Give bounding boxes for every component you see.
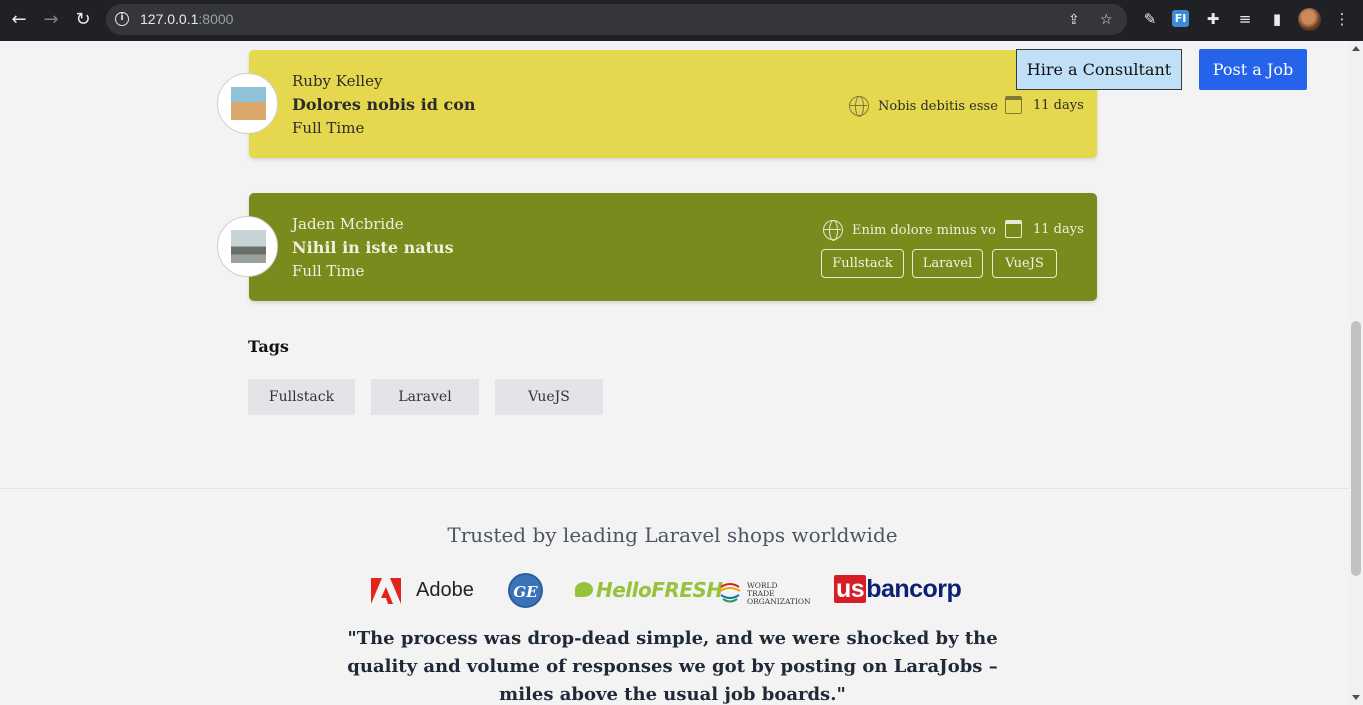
section-divider bbox=[0, 488, 1349, 489]
job-type: Full Time bbox=[292, 262, 365, 280]
job-posted: 11 days bbox=[1005, 220, 1084, 238]
hire-consultant-button[interactable]: Hire a Consultant bbox=[1016, 49, 1182, 90]
star-icon[interactable]: ☆ bbox=[1100, 12, 1113, 28]
usbancorp-logo-us: us bbox=[834, 575, 867, 603]
hellofresh-leaf-icon bbox=[575, 582, 593, 597]
adobe-logo-icon bbox=[371, 578, 401, 604]
page-scrollbar[interactable] bbox=[1349, 41, 1363, 705]
reload-icon[interactable]: ↻ bbox=[73, 10, 93, 30]
job-tag-chip[interactable]: VueJS bbox=[992, 249, 1057, 278]
company-name: Jaden Mcbride bbox=[292, 215, 404, 233]
extension-pen-icon[interactable]: ✎ bbox=[1140, 9, 1160, 29]
side-panel-icon[interactable]: ▮ bbox=[1267, 9, 1287, 29]
job-location-text: Enim dolore minus vo bbox=[852, 222, 996, 238]
menu-kebab-icon[interactable]: ⋮ bbox=[1332, 9, 1352, 29]
forward-icon[interactable]: → bbox=[41, 10, 61, 30]
job-location: Enim dolore minus vo bbox=[823, 220, 996, 241]
wto-logo-text: WORLD TRADE ORGANIZATION bbox=[747, 581, 811, 606]
ge-logo: GE bbox=[508, 573, 543, 608]
job-title[interactable]: Nihil in iste natus bbox=[292, 238, 454, 257]
profile-avatar[interactable] bbox=[1298, 8, 1321, 31]
media-control-icon[interactable]: ≡ bbox=[1235, 9, 1255, 29]
job-title[interactable]: Dolores nobis id con bbox=[292, 95, 476, 114]
address-bar[interactable]: i 127.0.0.1:8000 ⇪ ☆ bbox=[106, 4, 1127, 35]
tag-button[interactable]: Fullstack bbox=[248, 379, 355, 415]
job-tag-chip[interactable]: Fullstack bbox=[821, 249, 904, 278]
job-location-text: Nobis debitis esse bbox=[878, 98, 998, 114]
hellofresh-logo-text: HelloFRESH bbox=[596, 578, 723, 602]
page-content: Ruby Kelley Dolores nobis id con Full Ti… bbox=[0, 41, 1349, 705]
job-tag-chip[interactable]: Laravel bbox=[912, 249, 983, 278]
extensions-puzzle-icon[interactable]: ✚ bbox=[1203, 9, 1223, 29]
usbancorp-logo: usbancorp bbox=[834, 575, 962, 604]
adobe-logo-text: Adobe bbox=[416, 579, 474, 601]
calendar-icon bbox=[1005, 96, 1022, 114]
company-logo-image bbox=[231, 230, 266, 263]
job-location: Nobis debitis esse bbox=[849, 96, 998, 117]
scroll-down-arrow-icon[interactable] bbox=[1352, 695, 1360, 700]
calendar-icon bbox=[1005, 220, 1022, 238]
post-job-button[interactable]: Post a Job bbox=[1199, 49, 1307, 90]
site-info-icon[interactable]: i bbox=[115, 12, 129, 26]
company-logo bbox=[217, 73, 278, 134]
wto-logo-icon bbox=[719, 583, 741, 603]
tag-button[interactable]: Laravel bbox=[371, 379, 479, 415]
scroll-up-arrow-icon[interactable] bbox=[1352, 46, 1360, 51]
job-type: Full Time bbox=[292, 119, 365, 137]
back-icon[interactable]: ← bbox=[9, 10, 29, 30]
job-posted-text: 11 days bbox=[1033, 221, 1084, 237]
job-posted-text: 11 days bbox=[1033, 97, 1084, 113]
browser-toolbar: ← → ↻ i 127.0.0.1:8000 ⇪ ☆ ✎ FI ✚ ≡ ▮ ⋮ bbox=[0, 0, 1363, 41]
job-card[interactable]: Jaden Mcbride Nihil in iste natus Full T… bbox=[217, 193, 1097, 301]
globe-icon bbox=[849, 96, 869, 117]
job-posted: 11 days bbox=[1005, 96, 1084, 114]
trusted-heading: Trusted by leading Laravel shops worldwi… bbox=[447, 523, 898, 547]
extension-fi-icon[interactable]: FI bbox=[1172, 10, 1189, 27]
tag-button[interactable]: VueJS bbox=[495, 379, 603, 415]
url-text: 127.0.0.1:8000 bbox=[140, 11, 234, 27]
company-logo bbox=[217, 216, 278, 277]
tags-heading: Tags bbox=[248, 337, 289, 356]
scrollbar-thumb[interactable] bbox=[1351, 321, 1361, 576]
share-icon[interactable]: ⇪ bbox=[1068, 12, 1080, 28]
usbancorp-logo-bancorp: bancorp bbox=[866, 575, 962, 603]
globe-icon bbox=[823, 220, 843, 241]
testimonial-quote: "The process was drop-dead simple, and w… bbox=[347, 628, 998, 705]
company-logo-image bbox=[231, 87, 266, 120]
company-name: Ruby Kelley bbox=[292, 72, 383, 90]
job-card[interactable]: Ruby Kelley Dolores nobis id con Full Ti… bbox=[217, 50, 1097, 158]
